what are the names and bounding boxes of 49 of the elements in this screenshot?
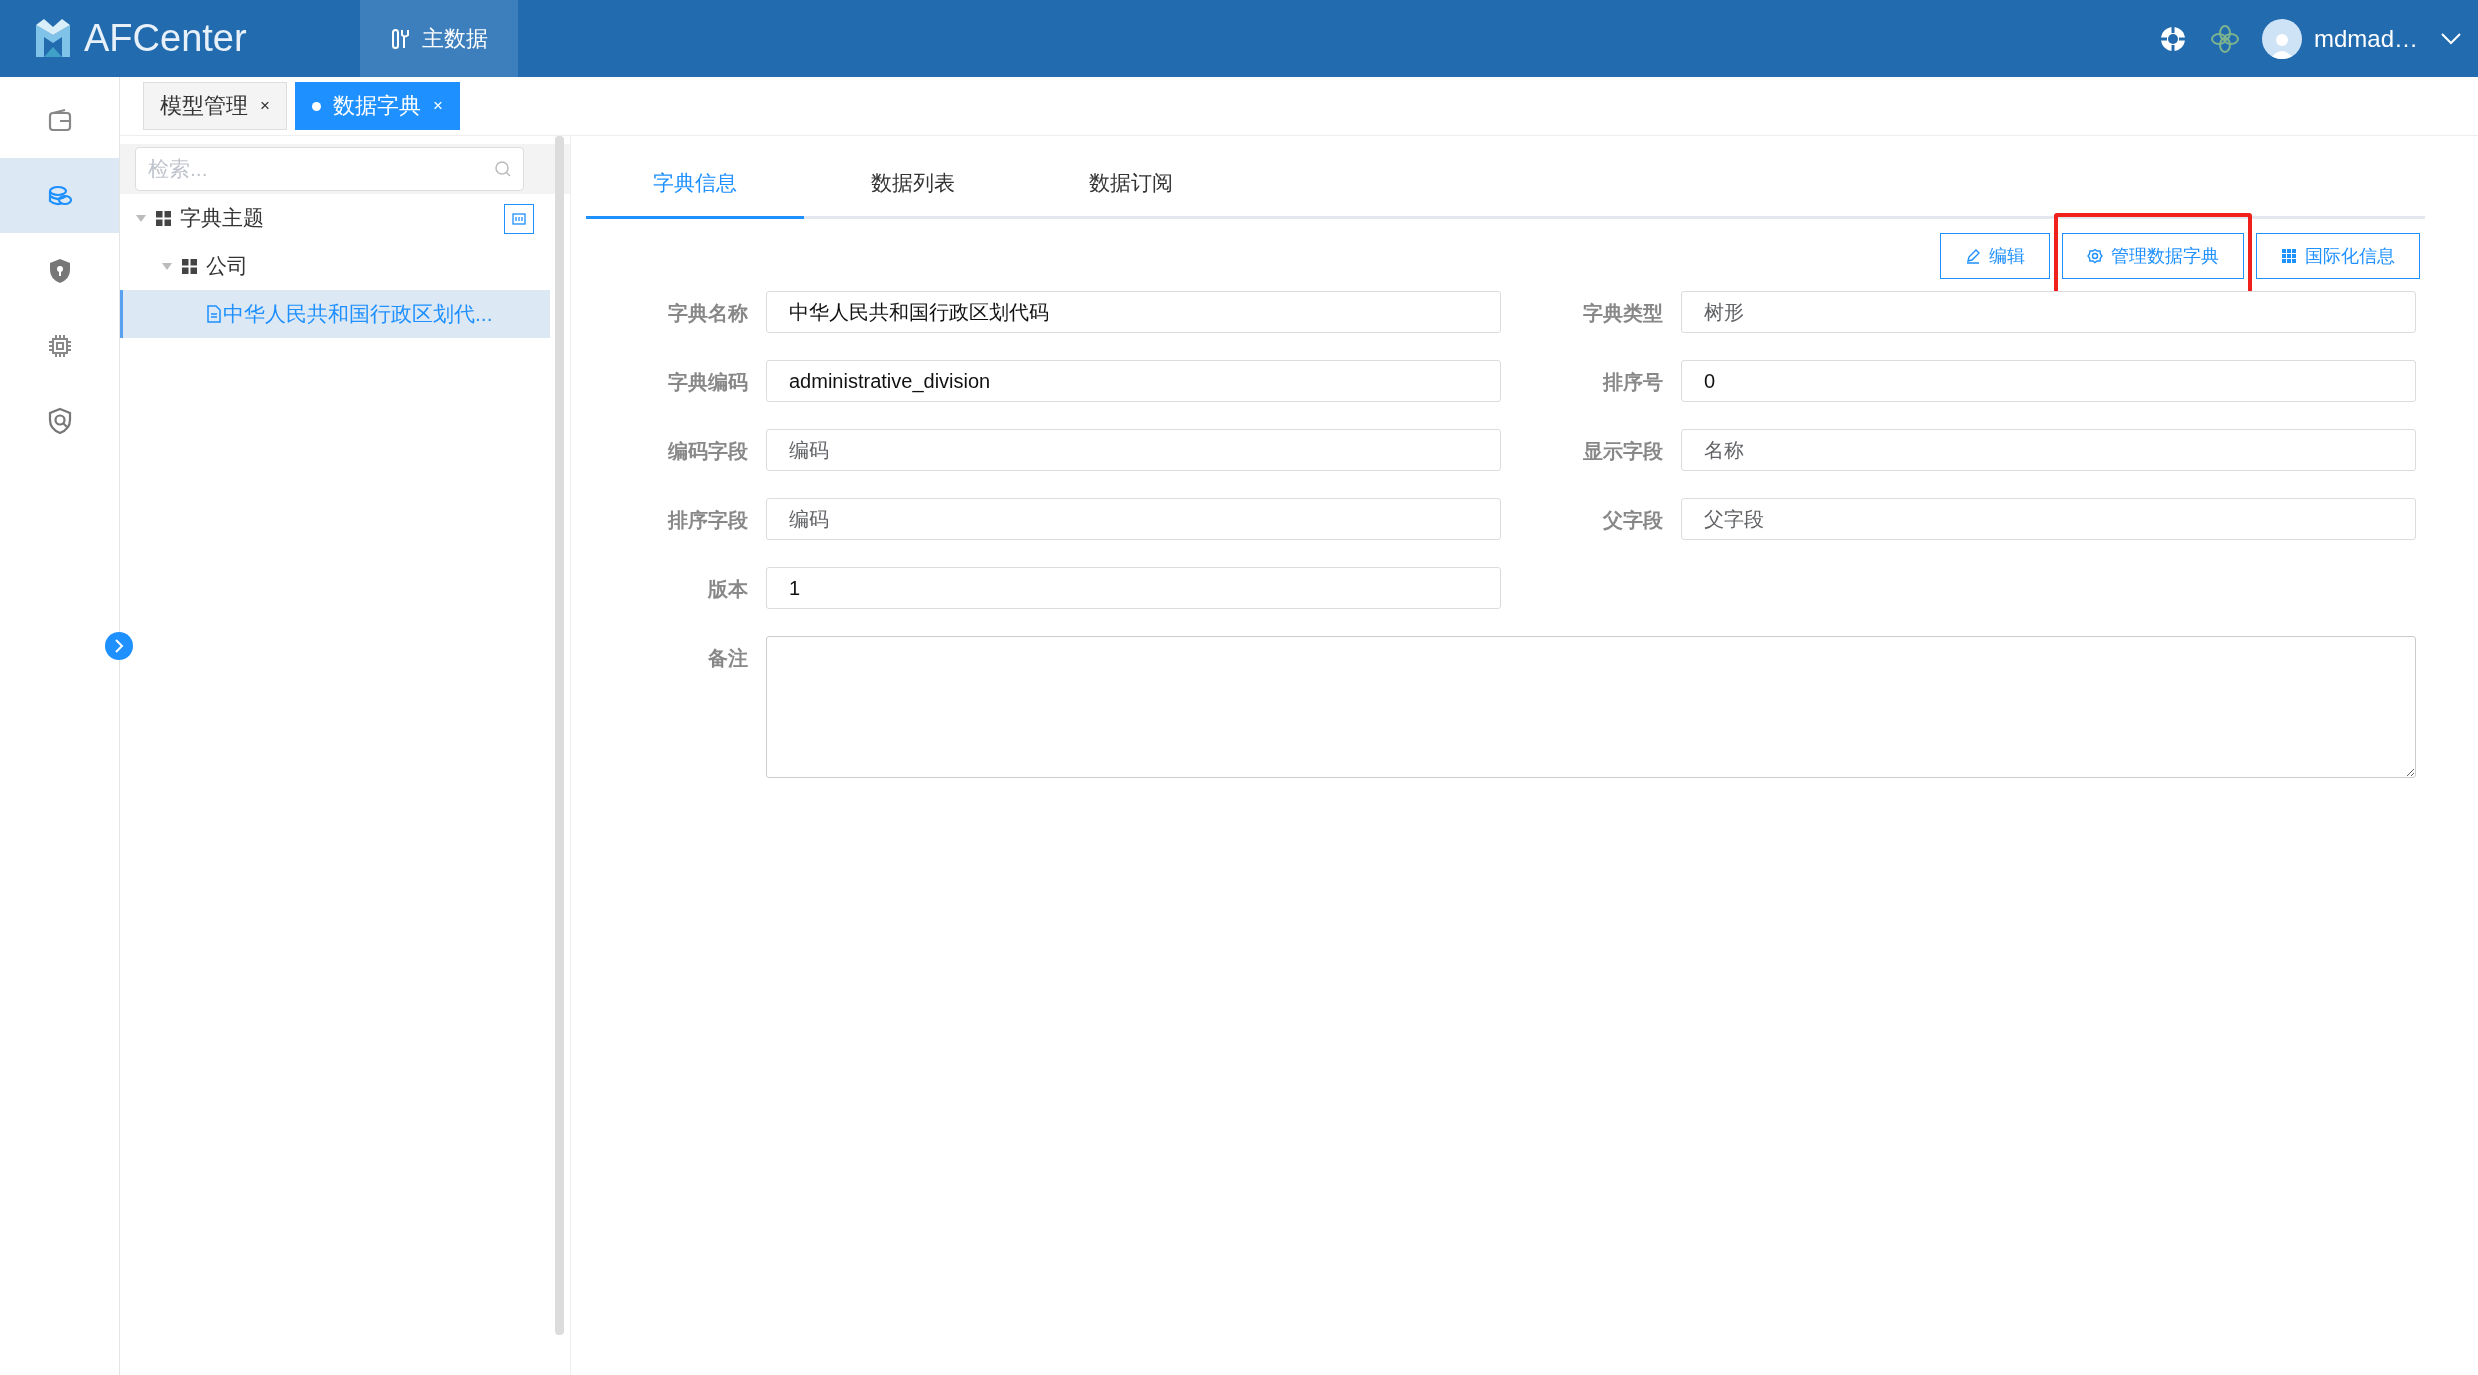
caret-down-icon [135, 213, 147, 223]
field-label: 备注 [707, 646, 748, 671]
tab[interactable]: 数据列表 [804, 150, 1022, 219]
scrollbar[interactable] [555, 136, 564, 1335]
field-label: 排序号 [1601, 370, 1663, 395]
tree-item[interactable]: 字典主题 [120, 194, 550, 242]
field-label: 显示字段 [1582, 439, 1663, 464]
field-label: 编码字段 [667, 439, 748, 464]
tree-item[interactable]: 公司 [120, 242, 550, 290]
input-field[interactable]: administrative_division [766, 360, 1501, 402]
sidebar-item[interactable] [0, 158, 119, 233]
caret-down-icon [161, 261, 173, 271]
grid-icon [155, 209, 172, 227]
list-icon [511, 211, 527, 227]
chevron-down-icon[interactable] [2440, 31, 2462, 46]
input-field: 编码 [766, 429, 1501, 471]
dot-icon [311, 101, 321, 111]
page-tab[interactable]: 模型管理 × [143, 82, 287, 130]
grid-icon [2281, 248, 2297, 264]
document-icon [207, 305, 221, 323]
field-label: 父字段 [1601, 508, 1663, 533]
avatar[interactable] [2261, 18, 2302, 59]
close-icon[interactable]: × [260, 96, 270, 116]
field-label: 排序字段 [666, 508, 748, 533]
expand-button[interactable] [105, 632, 133, 660]
remark-field[interactable] [766, 636, 2416, 778]
input-field[interactable]: 0 [1681, 360, 2416, 402]
nav-tab[interactable]: 主数据 [360, 0, 518, 77]
search-icon [494, 160, 512, 178]
tab[interactable]: 数据订阅 [1022, 150, 1240, 219]
pencil-icon [1965, 248, 1981, 264]
grid-icon [181, 257, 198, 275]
field-label: 字典名称 [667, 301, 748, 326]
field-label: 字典类型 [1582, 301, 1663, 326]
app-name: AFCenter [84, 17, 247, 60]
input-field: 编码 [766, 498, 1501, 540]
input-field: 父字段 [1681, 498, 2416, 540]
tools-icon [390, 27, 412, 50]
tree-action-button[interactable] [504, 204, 534, 234]
gear-icon [2087, 248, 2103, 264]
knot-icon[interactable] [2209, 23, 2240, 54]
input-field: 树形 [1681, 291, 2416, 333]
search-field[interactable]: 检索... [135, 147, 524, 191]
input-field[interactable]: 中华人民共和国行政区划代码 [766, 291, 1501, 333]
user-name[interactable]: mdmad… [2313, 24, 2418, 53]
field-label: 字典编码 [667, 370, 748, 395]
field-label: 版本 [707, 577, 748, 602]
input-field[interactable]: 1 [766, 567, 1501, 609]
input-field: 名称 [1681, 429, 2416, 471]
